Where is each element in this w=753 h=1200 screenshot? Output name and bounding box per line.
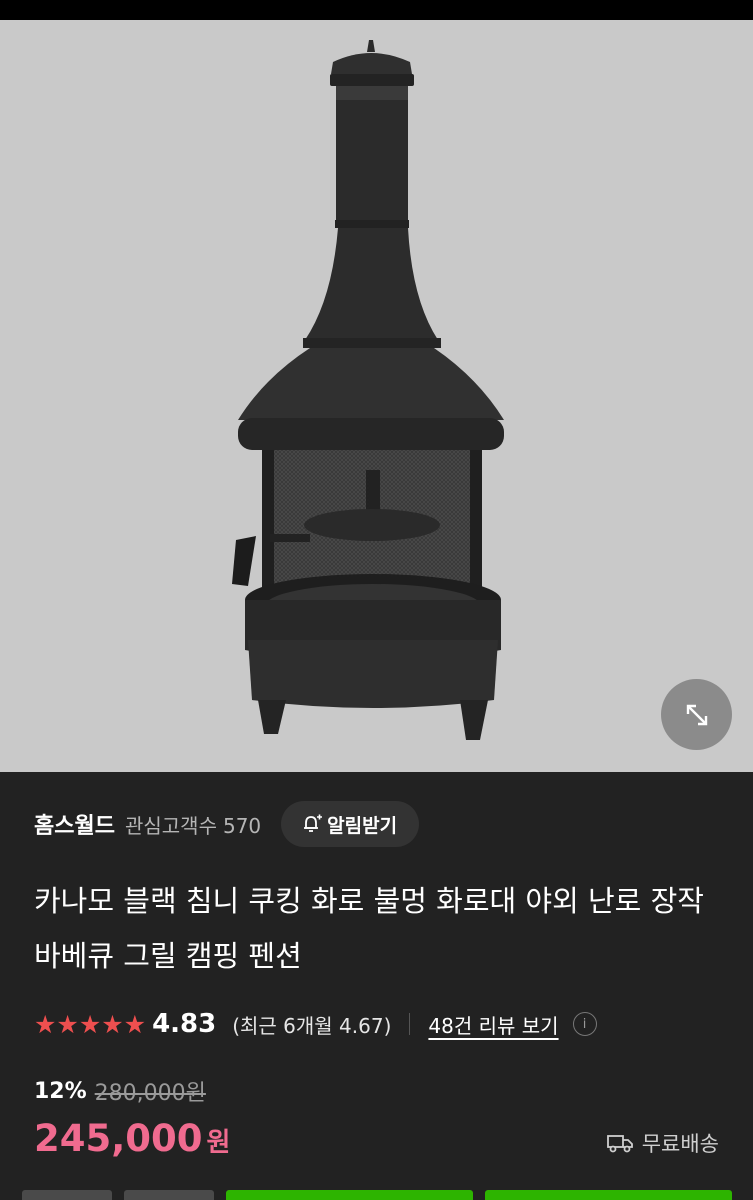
expand-image-button[interactable] [661,679,732,750]
shipping-label: 무료배송 [641,1132,719,1156]
rating-score: 4.83 [152,1009,217,1039]
discount-rate: 12% [34,1078,87,1104]
product-title: 카나모 블랙 침니 쿠킹 화로 불멍 화로대 야외 난로 장작 바베큐 그릴 캠… [34,884,704,973]
bell-plus-icon [304,814,323,832]
action-button-4[interactable] [485,1190,732,1200]
product-image[interactable] [0,20,753,772]
store-name-link[interactable]: 홈스월드 [34,808,115,840]
view-reviews-link[interactable]: 48건 리뷰 보기 [428,1010,558,1039]
notify-label: 알림받기 [327,814,398,837]
recent-rating: (최근 6개월 4.67) [232,1013,392,1038]
chimney-fire-pit-image [232,40,504,740]
currency-unit: 원 [206,1128,231,1158]
delivery-truck-icon [606,1135,633,1153]
action-button-2[interactable] [124,1190,214,1200]
followers-count: 570 [222,813,262,838]
notify-button[interactable]: 알림받기 [281,801,420,847]
shipping-info: 무료배송 [606,1128,719,1158]
followers-label: 관심고객수 [124,813,217,838]
store-row: 홈스월드 관심고객수 570 알림받기 [34,799,420,849]
status-bar [0,0,753,20]
discount-row: 12% 280,000원 [34,1075,206,1107]
bottom-action-bar [0,1190,753,1200]
action-button-3[interactable] [226,1190,473,1200]
action-button-1[interactable] [22,1190,112,1200]
rating-row: ★★★★★ 4.83 (최근 6개월 4.67) 48건 리뷰 보기 i [34,1004,597,1044]
sale-price: 245,000 [34,1117,203,1160]
expand-arrows-icon [686,704,707,725]
rating-stars: ★★★★★ [34,1009,147,1039]
divider [409,1013,411,1035]
info-icon[interactable]: i [572,1012,597,1036]
original-price: 280,000원 [94,1081,206,1106]
product-info: 홈스월드 관심고객수 570 알림받기 카나모 블랙 침니 쿠킹 화로 불멍 화로… [0,772,753,1200]
price-row: 245,000 원 [34,1117,230,1160]
follower-info: 관심고객수 570 [125,810,261,839]
